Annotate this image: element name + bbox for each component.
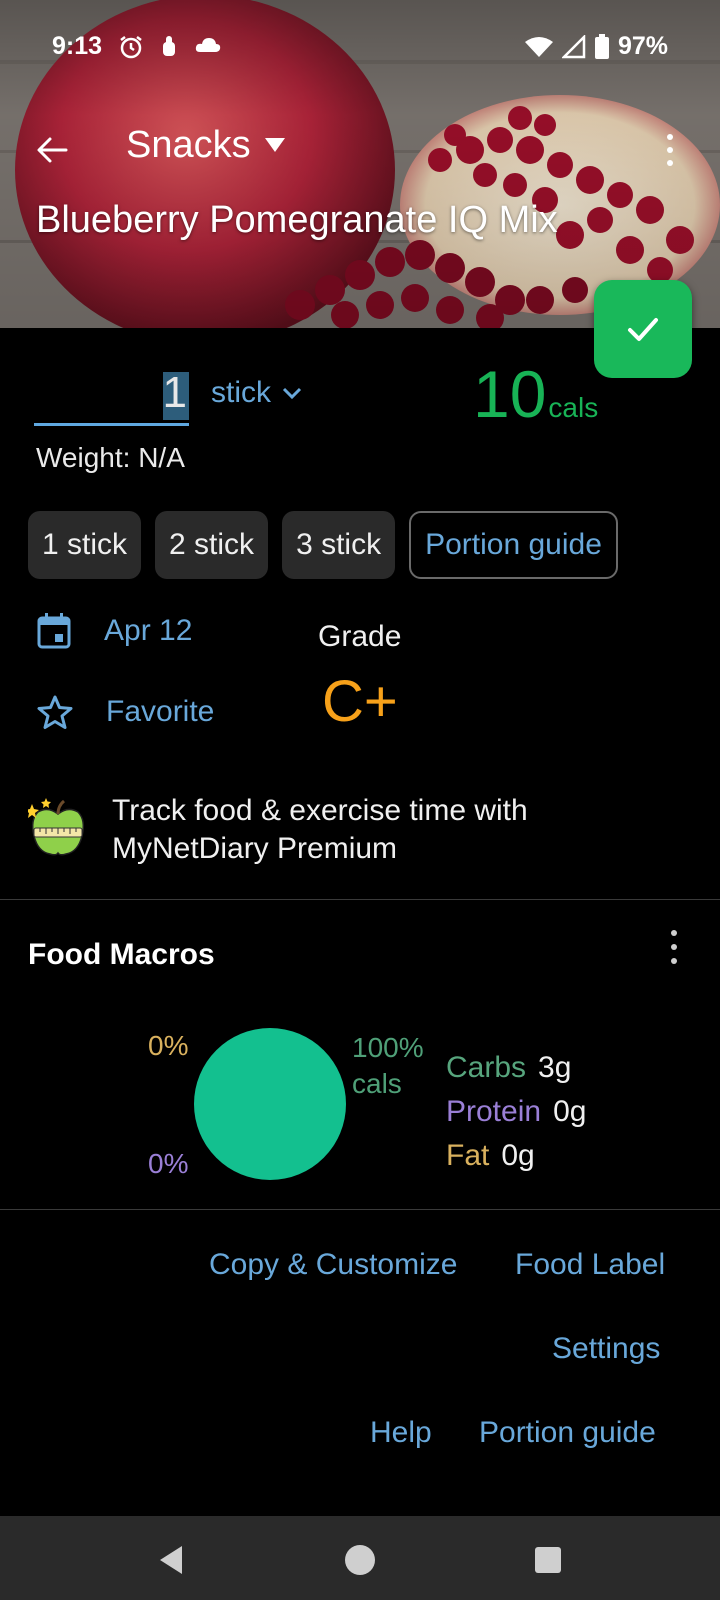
meal-selector[interactable]: Snacks (126, 124, 285, 167)
star-icon (37, 695, 73, 729)
protein-label: Protein (446, 1095, 542, 1128)
promo-line-2: MyNetDiary Premium (112, 832, 398, 865)
carbs-percent-value: 100% (352, 1032, 424, 1063)
carbs-percent: 100% cals (352, 1030, 424, 1102)
chevron-down-icon (282, 387, 302, 400)
app-bar: Snacks (0, 120, 720, 180)
protein-value: 0g (553, 1095, 587, 1128)
food-title: Blueberry Pomegranate IQ Mix (36, 199, 558, 241)
divider (0, 899, 720, 900)
food-label-link[interactable]: Food Label (515, 1248, 665, 1282)
status-bar: 9:13 97% (0, 26, 720, 66)
portion-chips: 1 stick 2 stick 3 stick Portion guide (28, 511, 618, 579)
calories-value: 10 (473, 357, 547, 431)
status-time: 9:13 (52, 32, 103, 60)
date-row[interactable]: Apr 12 (36, 612, 192, 650)
confirm-button[interactable] (594, 280, 692, 378)
promo-line-1: Track food & exercise time with (112, 794, 528, 827)
macros-title: Food Macros (28, 938, 215, 971)
apple-measure-icon (28, 798, 85, 856)
nav-home-icon[interactable] (340, 1540, 380, 1580)
battery-percent: 97% (617, 32, 668, 60)
more-options-icon[interactable] (660, 130, 680, 170)
cloud-icon (195, 38, 221, 52)
quantity-value: 1 (162, 368, 187, 417)
calendar-icon (37, 613, 71, 649)
divider (0, 1209, 720, 1210)
quantity-selection: 1 (163, 368, 189, 420)
back-arrow-icon[interactable] (32, 130, 72, 170)
copy-customize-link[interactable]: Copy & Customize (209, 1248, 457, 1282)
battery-icon (594, 33, 609, 59)
favorite-label: Favorite (106, 695, 215, 728)
portion-chip-1[interactable]: 1 stick (28, 511, 142, 579)
carbs-value: 3g (538, 1051, 572, 1084)
macros-pie-chart (194, 1028, 346, 1180)
unit-selector[interactable]: stick (211, 376, 303, 410)
nav-back-icon[interactable] (152, 1540, 192, 1580)
settings-link[interactable]: Settings (552, 1332, 660, 1366)
help-link[interactable]: Help (370, 1416, 432, 1450)
grade-label: Grade (318, 620, 402, 653)
portion-chip-3[interactable]: 3 stick (282, 511, 396, 579)
fat-label: Fat (446, 1139, 490, 1172)
signal-icon (561, 34, 586, 58)
meal-name: Snacks (126, 124, 251, 166)
portion-chip-2[interactable]: 2 stick (155, 511, 269, 579)
macro-carbs-row: Carbs 3g (446, 1046, 586, 1090)
status-icons (118, 34, 222, 60)
portion-guide-link[interactable]: Portion guide (479, 1416, 656, 1450)
premium-promo[interactable]: Track food & exercise time with MyNetDia… (28, 792, 688, 872)
carbs-label: Carbs (446, 1051, 527, 1084)
carbs-percent-unit: cals (352, 1068, 402, 1099)
weight-text: Weight: N/A (36, 442, 185, 473)
promo-text: Track food & exercise time with MyNetDia… (112, 792, 528, 868)
status-right: 97% (524, 32, 668, 61)
hand-icon (163, 36, 175, 56)
calories-display: 10 cals (473, 356, 598, 432)
quantity-input[interactable]: 1 (34, 364, 189, 426)
check-icon (628, 318, 658, 341)
dropdown-triangle-icon (264, 137, 285, 152)
protein-percent: 0% (148, 1148, 189, 1179)
nav-recents-icon[interactable] (528, 1540, 568, 1580)
grade-value[interactable]: C+ (322, 668, 398, 735)
date-label: Apr 12 (104, 614, 193, 647)
macros-list: Carbs 3g Protein 0g Fat 0g (446, 1046, 586, 1178)
macro-protein-row: Protein 0g (446, 1090, 586, 1134)
unit-label: stick (211, 376, 271, 409)
macro-fat-row: Fat 0g (446, 1134, 586, 1178)
fat-value: 0g (501, 1139, 535, 1172)
pie-slice-carbs (194, 1028, 346, 1180)
favorite-row[interactable]: Favorite (36, 694, 214, 730)
alarm-icon (120, 36, 142, 59)
fat-percent: 0% (148, 1030, 189, 1061)
calories-unit: cals (548, 392, 599, 423)
macros-menu-icon[interactable] (664, 930, 684, 964)
wifi-icon (524, 36, 553, 57)
portion-guide-chip[interactable]: Portion guide (409, 511, 618, 579)
system-nav-bar (0, 1516, 720, 1600)
